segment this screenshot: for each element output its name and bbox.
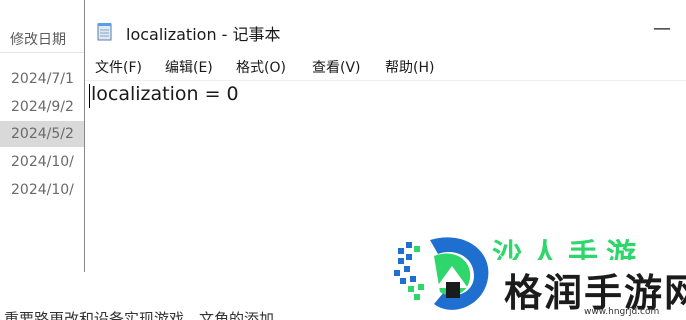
modified-date-column-header[interactable]: 修改日期 (10, 29, 66, 49)
text-caret (89, 84, 90, 108)
file-row-date[interactable]: 2024/10/ (0, 177, 86, 203)
notepad-icon (97, 22, 113, 41)
site-logo-icon (394, 226, 494, 316)
menu-edit[interactable]: 编辑(E) (165, 57, 213, 77)
header-divider (0, 52, 86, 53)
menu-format[interactable]: 格式(O) (236, 57, 286, 77)
file-row-date[interactable]: 2024/10/ (0, 149, 86, 175)
watermark-url: www.hngrjd.com (584, 307, 660, 317)
window-title: localization - 记事本 (126, 25, 281, 44)
menu-file[interactable]: 文件(F) (95, 57, 142, 77)
file-row-date[interactable]: 2024/9/2 (0, 94, 86, 120)
menu-bar: 文件(F) 编辑(E) 格式(O) 查看(V) 帮助(H) (85, 54, 686, 80)
minimize-button[interactable]: — (642, 14, 682, 44)
editor-content[interactable]: localization = 0 (91, 83, 239, 105)
file-row-date-selected[interactable]: 2024/5/2 (0, 121, 86, 147)
file-explorer-pane: 修改日期 2024/7/1 2024/9/2 2024/5/2 2024/10/… (0, 0, 86, 272)
site-watermark: 沙人手游 格润手游网 www.hngrjd.com (386, 212, 686, 320)
article-caption: 重要路更改和设备实现游戏，文角的添加 (4, 310, 275, 320)
file-row-date[interactable]: 2024/7/1 (0, 66, 86, 92)
menu-view[interactable]: 查看(V) (312, 57, 361, 77)
watermark-brand-top: 沙人手游 (492, 238, 644, 260)
title-bar[interactable]: localization - 记事本 — (85, 12, 686, 48)
menu-help[interactable]: 帮助(H) (385, 57, 434, 77)
